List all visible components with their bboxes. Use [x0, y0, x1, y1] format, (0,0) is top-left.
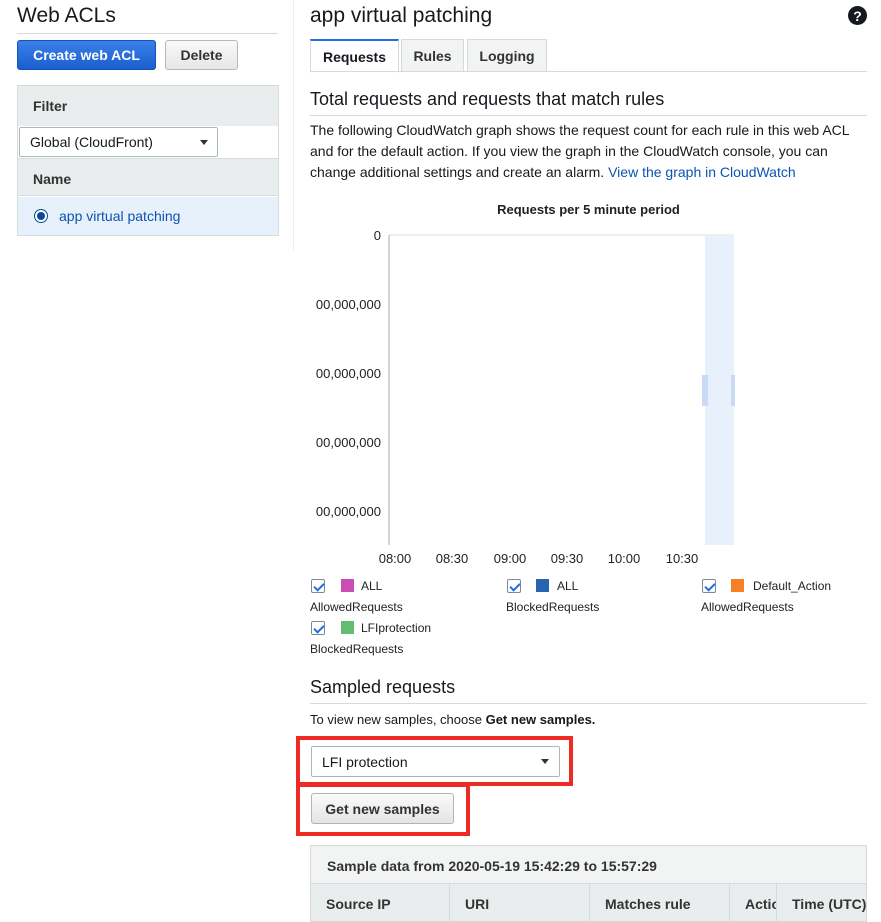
rule-select-value: LFI protection [322, 754, 408, 770]
radio-selected-dot [37, 212, 45, 220]
y-tick-label: 00,000,000 [316, 435, 381, 450]
filter-select-value: Global (CloudFront) [30, 134, 153, 150]
legend-label-line1: LFIprotection [361, 621, 432, 635]
x-tick-label: 09:00 [494, 551, 527, 566]
y-tick-label: 0 [374, 228, 381, 243]
cloudwatch-link[interactable]: View the graph in CloudWatch [608, 164, 796, 180]
highlight-marker-right [731, 375, 735, 406]
help-icon[interactable]: ? [848, 6, 867, 25]
legend-label-line2: AllowedRequests [701, 600, 794, 614]
web-acls-title: Web ACLs [17, 4, 116, 27]
description: The following CloudWatch graph shows the… [310, 120, 865, 183]
x-tick-label: 08:00 [379, 551, 412, 566]
legend-checkbox[interactable] [702, 579, 716, 593]
y-tick-label: 00,000,000 [316, 366, 381, 381]
filter-label: Filter [18, 86, 278, 126]
divider [17, 33, 278, 34]
sampled-instruction: To view new samples, choose Get new samp… [310, 712, 595, 727]
table-header-row: Source IP URI Matches rule Action Time (… [311, 883, 866, 921]
chevron-down-icon [541, 759, 549, 764]
legend-checkbox[interactable] [311, 579, 325, 593]
y-tick-label: 00,000,000 [316, 297, 381, 312]
legend-label-line1: ALL [557, 579, 579, 593]
samples-table: Sample data from 2020-05-19 15:42:29 to … [310, 845, 867, 922]
acl-row[interactable]: app virtual patching [18, 197, 278, 235]
highlight-marker-left [702, 375, 708, 406]
legend-swatch [536, 579, 549, 592]
column-header-matches-rule[interactable]: Matches rule [590, 884, 730, 921]
create-web-acl-button[interactable]: Create web ACL [17, 40, 156, 70]
acl-list: Filter Global (CloudFront) Name app virt… [17, 85, 279, 236]
instruction-text: To view new samples, choose [310, 712, 486, 727]
web-acls-panel: Web ACLs Create web ACL Delete Filter Gl… [0, 0, 294, 250]
legend-label-line1: ALL [361, 579, 383, 593]
delete-button[interactable]: Delete [165, 40, 238, 70]
get-new-samples-button[interactable]: Get new samples [311, 793, 454, 824]
name-column-header: Name [18, 158, 278, 196]
divider [310, 703, 867, 704]
table-caption: Sample data from 2020-05-19 15:42:29 to … [327, 858, 657, 874]
x-tick-label: 10:00 [608, 551, 641, 566]
page-title: app virtual patching [310, 4, 493, 27]
sampled-requests-title: Sampled requests [310, 677, 456, 697]
tab-logging[interactable]: Logging [467, 39, 547, 72]
legend-label-line2: BlockedRequests [310, 642, 404, 656]
requests-chart: 0 00,000,000 00,000,000 00,000,000 00,000,00… [316, 228, 735, 566]
acl-radio[interactable] [34, 209, 48, 223]
tabs-divider [310, 71, 867, 72]
acl-name-link[interactable]: app virtual patching [59, 208, 180, 224]
chevron-down-icon [200, 140, 208, 145]
x-tick-label: 10:30 [666, 551, 699, 566]
section-title: Total requests and requests that match r… [310, 89, 665, 109]
column-header-action[interactable]: Action [730, 884, 777, 921]
tab-requests[interactable]: Requests [310, 39, 399, 73]
chart-title: Requests per 5 minute period [497, 202, 680, 217]
legend-checkbox[interactable] [507, 579, 521, 593]
divider [310, 115, 867, 116]
legend-checkbox[interactable] [311, 621, 325, 635]
filter-select[interactable]: Global (CloudFront) [19, 127, 218, 157]
column-header-time[interactable]: Time (UTC) [777, 884, 866, 921]
x-tick-label: 08:30 [436, 551, 469, 566]
column-header-uri[interactable]: URI [450, 884, 590, 921]
rule-select[interactable]: LFI protection [311, 746, 560, 777]
legend-swatch [341, 579, 354, 592]
legend-label-line2: BlockedRequests [506, 600, 600, 614]
legend-swatch [731, 579, 744, 592]
legend-swatch [341, 621, 354, 634]
legend-label-line1: Default_Action [753, 579, 832, 593]
x-tick-label: 09:30 [551, 551, 584, 566]
column-header-source-ip[interactable]: Source IP [311, 884, 450, 921]
legend-label-line2: AllowedRequests [310, 600, 403, 614]
y-tick-label: 00,000,000 [316, 504, 381, 519]
instruction-bold: Get new samples. [485, 712, 596, 727]
tab-rules[interactable]: Rules [401, 39, 464, 72]
time-highlight-band [705, 235, 734, 545]
